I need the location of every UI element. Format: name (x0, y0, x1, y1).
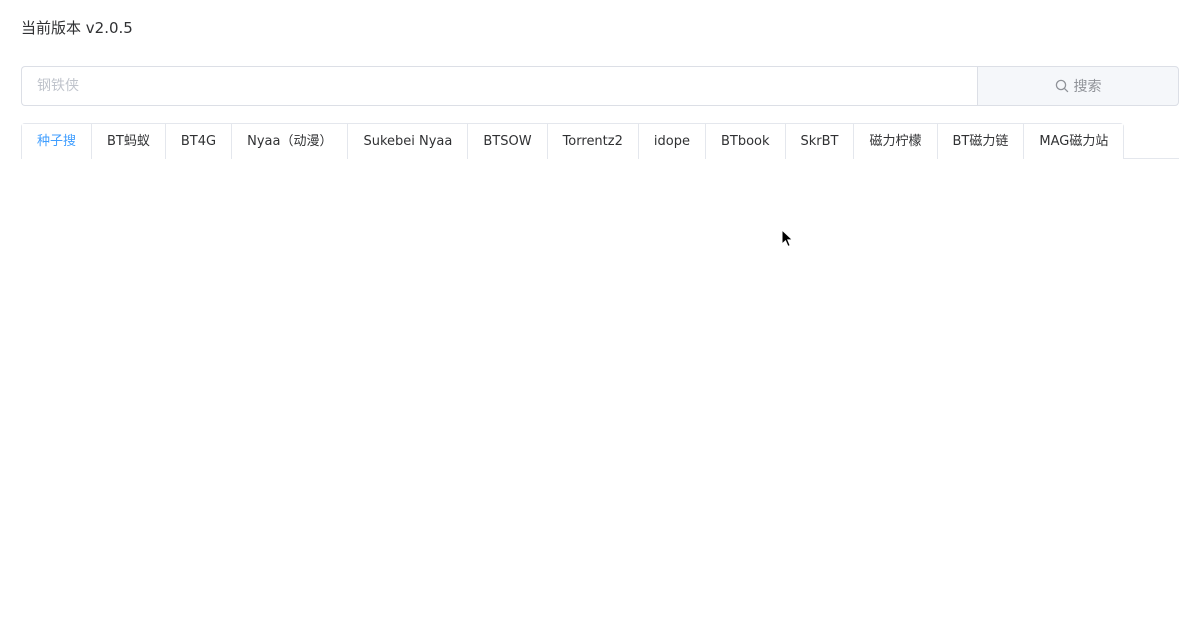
search-bar: 搜索 (21, 66, 1179, 106)
tab-nyaa-anime[interactable]: Nyaa（动漫） (231, 124, 348, 159)
version-label: 当前版本 v2.0.5 (21, 19, 133, 37)
tab-bt-cililian[interactable]: BT磁力链 (936, 124, 1024, 159)
source-tabs: 种子搜 BT蚂蚁 BT4G Nyaa（动漫） Sukebei Nyaa BTSO… (21, 123, 1179, 160)
search-input[interactable] (21, 66, 977, 106)
app-page: 当前版本 v2.0.5 搜索 种子搜 BT蚂蚁 BT4G Nyaa（动漫） Su… (0, 0, 1189, 618)
tab-bt4g[interactable]: BT4G (164, 124, 232, 159)
tab-torrentz2[interactable]: Torrentz2 (546, 124, 638, 159)
tab-bt-mayi[interactable]: BT蚂蚁 (91, 124, 165, 159)
search-button[interactable]: 搜索 (977, 66, 1179, 106)
search-icon (1055, 79, 1069, 93)
tab-zhongzisou[interactable]: 种子搜 (22, 124, 92, 160)
tab-btsow[interactable]: BTSOW (467, 124, 547, 159)
mouse-pointer-icon (781, 228, 795, 249)
tab-btbook[interactable]: BTbook (704, 124, 785, 159)
search-button-label: 搜索 (1073, 79, 1102, 95)
tab-skrbt[interactable]: SkrBT (784, 124, 854, 159)
tab-mag-cilizhan[interactable]: MAG磁力站 (1023, 124, 1124, 159)
tab-list: 种子搜 BT蚂蚁 BT4G Nyaa（动漫） Sukebei Nyaa BTSO… (21, 123, 1125, 160)
tab-cili-ningmeng[interactable]: 磁力柠檬 (853, 124, 937, 159)
tab-idope[interactable]: idope (637, 124, 705, 159)
tab-sukebei-nyaa[interactable]: Sukebei Nyaa (347, 124, 468, 159)
